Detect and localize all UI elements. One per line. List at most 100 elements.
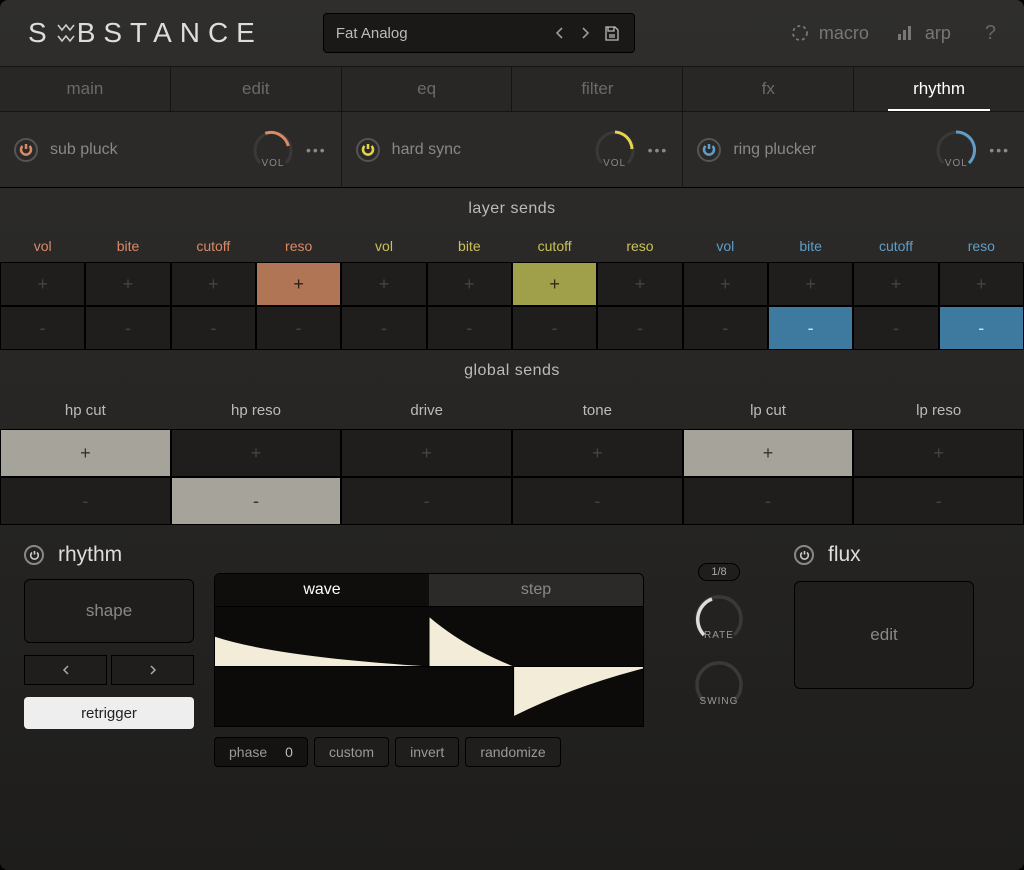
save-icon[interactable] bbox=[602, 23, 622, 43]
tab-edit[interactable]: edit bbox=[170, 67, 341, 111]
ls-cell[interactable]: - bbox=[171, 306, 256, 350]
gs-cell[interactable]: + bbox=[853, 429, 1024, 477]
global-sends-headers: hp cuthp resodrivetonelp cutlp reso bbox=[0, 392, 1024, 429]
logo-pre: S bbox=[28, 17, 55, 49]
tab-fx[interactable]: fx bbox=[682, 67, 853, 111]
layer-sends-title: layer sends bbox=[0, 188, 1024, 230]
shape-button[interactable]: shape bbox=[24, 579, 194, 643]
layer-3-vol-knob[interactable]: VOL bbox=[933, 127, 979, 173]
ls-cell[interactable]: + bbox=[768, 262, 853, 306]
gs-cell[interactable]: + bbox=[341, 429, 512, 477]
ls-cell[interactable]: - bbox=[768, 306, 853, 350]
gs-cell[interactable]: - bbox=[512, 477, 683, 525]
tab-rhythm[interactable]: rhythm bbox=[853, 67, 1024, 111]
tab-filter[interactable]: filter bbox=[511, 67, 682, 111]
gs-cell[interactable]: - bbox=[0, 477, 171, 525]
flux-power-icon[interactable] bbox=[794, 545, 814, 565]
ls-cell[interactable]: - bbox=[341, 306, 426, 350]
layer-2-vol-knob[interactable]: VOL bbox=[592, 127, 638, 173]
ls-cell[interactable]: - bbox=[427, 306, 512, 350]
ls-cell[interactable]: + bbox=[256, 262, 341, 306]
gs-cell[interactable]: - bbox=[853, 477, 1024, 525]
tab-main[interactable]: main bbox=[0, 67, 170, 111]
flux-edit-button[interactable]: edit bbox=[794, 581, 974, 689]
wave-tab[interactable]: wave bbox=[215, 574, 429, 606]
ls-cell[interactable]: + bbox=[853, 262, 938, 306]
retrigger-button[interactable]: retrigger bbox=[24, 697, 194, 729]
gs-cell[interactable]: - bbox=[683, 477, 854, 525]
ls-cell[interactable]: + bbox=[85, 262, 170, 306]
layer-2-power-icon[interactable] bbox=[356, 138, 380, 162]
gs-cell[interactable]: + bbox=[171, 429, 342, 477]
header: S BSTANCE Fat Analog macro arp ? bbox=[0, 0, 1024, 66]
layer-2-name: hard sync bbox=[392, 141, 592, 159]
shape-next-icon[interactable] bbox=[111, 655, 194, 685]
layer-1-name: sub pluck bbox=[50, 141, 250, 159]
shape-prev-icon[interactable] bbox=[24, 655, 107, 685]
layer-1: sub pluck VOL ••• bbox=[0, 112, 341, 188]
gs-cell[interactable]: - bbox=[341, 477, 512, 525]
gs-cell[interactable]: + bbox=[0, 429, 171, 477]
tab-eq[interactable]: eq bbox=[341, 67, 512, 111]
wave-display[interactable] bbox=[214, 607, 644, 727]
swing-knob[interactable]: SWING bbox=[690, 655, 748, 713]
invert-button[interactable]: invert bbox=[395, 737, 459, 767]
ls-cell[interactable]: + bbox=[683, 262, 768, 306]
bottom-panel: rhythm shape retrigger wave step bbox=[0, 525, 1024, 783]
ls-cell[interactable]: - bbox=[256, 306, 341, 350]
ls-cell[interactable]: - bbox=[853, 306, 938, 350]
rate-knob[interactable]: RATE bbox=[690, 589, 748, 647]
ls-cell[interactable]: + bbox=[171, 262, 256, 306]
ls-cell[interactable]: + bbox=[512, 262, 597, 306]
layer-sends-grid: ++++ ++++ ++++ ---- ---- ---- bbox=[0, 262, 1024, 350]
rhythm-title: rhythm bbox=[24, 543, 194, 567]
ls-cell[interactable]: - bbox=[683, 306, 768, 350]
ls-cell[interactable]: + bbox=[341, 262, 426, 306]
help-button[interactable]: ? bbox=[985, 22, 996, 45]
logo: S BSTANCE bbox=[28, 17, 263, 49]
layer-3-name: ring plucker bbox=[733, 141, 933, 159]
ls-cell[interactable]: + bbox=[939, 262, 1024, 306]
arp-icon bbox=[897, 25, 915, 41]
custom-button[interactable]: custom bbox=[314, 737, 389, 767]
ls-cell[interactable]: + bbox=[0, 262, 85, 306]
layer-1-more-icon[interactable]: ••• bbox=[306, 142, 327, 158]
preset-next-icon[interactable] bbox=[576, 23, 596, 43]
layer-2: hard sync VOL ••• bbox=[341, 112, 683, 188]
arp-button[interactable]: arp bbox=[897, 23, 951, 44]
randomize-button[interactable]: randomize bbox=[465, 737, 560, 767]
gs-cell[interactable]: - bbox=[171, 477, 342, 525]
ls-cell[interactable]: - bbox=[597, 306, 682, 350]
phase-display[interactable]: phase0 bbox=[214, 737, 308, 767]
preset-selector[interactable]: Fat Analog bbox=[323, 13, 635, 53]
macro-button[interactable]: macro bbox=[791, 23, 869, 44]
ls-cell[interactable]: + bbox=[597, 262, 682, 306]
layer-1-vol-knob[interactable]: VOL bbox=[250, 127, 296, 173]
layer-3-more-icon[interactable]: ••• bbox=[989, 142, 1010, 158]
flux-title: flux bbox=[794, 543, 861, 567]
logo-post: BSTANCE bbox=[77, 17, 263, 49]
ls-cell[interactable]: - bbox=[0, 306, 85, 350]
macro-icon bbox=[791, 24, 809, 42]
preset-prev-icon[interactable] bbox=[550, 23, 570, 43]
layer-1-power-icon[interactable] bbox=[14, 138, 38, 162]
layer-3: ring plucker VOL ••• bbox=[682, 112, 1024, 188]
ls-cell[interactable]: + bbox=[427, 262, 512, 306]
gs-cell[interactable]: + bbox=[512, 429, 683, 477]
rate-division[interactable]: 1/8 bbox=[698, 563, 739, 581]
ls-cell[interactable]: - bbox=[85, 306, 170, 350]
gs-cell[interactable]: + bbox=[683, 429, 854, 477]
layer-sends-headers: volbitecutoffreso volbitecutoffreso volb… bbox=[0, 230, 1024, 262]
preset-name: Fat Analog bbox=[336, 25, 544, 42]
global-sends-title: global sends bbox=[0, 350, 1024, 392]
global-sends-grid: ++++++ ------ bbox=[0, 429, 1024, 525]
layer-3-power-icon[interactable] bbox=[697, 138, 721, 162]
layer-2-more-icon[interactable]: ••• bbox=[648, 142, 669, 158]
step-tab[interactable]: step bbox=[429, 574, 643, 606]
page-tabs: main edit eq filter fx rhythm bbox=[0, 66, 1024, 112]
layer-strips: sub pluck VOL ••• hard sync VOL ••• ring… bbox=[0, 112, 1024, 188]
wave-step-tabs: wave step bbox=[214, 573, 644, 607]
ls-cell[interactable]: - bbox=[939, 306, 1024, 350]
rhythm-power-icon[interactable] bbox=[24, 545, 44, 565]
ls-cell[interactable]: - bbox=[512, 306, 597, 350]
